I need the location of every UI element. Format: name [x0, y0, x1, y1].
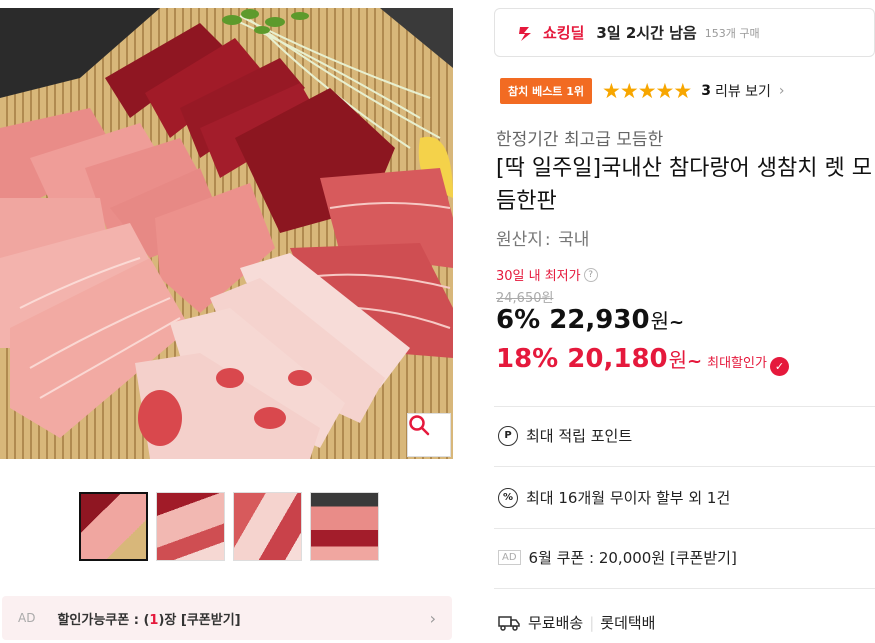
discount-rate: 6%	[496, 305, 541, 335]
thumbnail-1[interactable]	[79, 492, 148, 561]
points-row[interactable]: P 최대 적립 포인트	[498, 425, 632, 446]
thumbnail-4[interactable]	[310, 492, 379, 561]
price-value: 22,930	[549, 305, 650, 335]
max-discount-label: 최대할인가	[707, 356, 767, 371]
thumbnail-2[interactable]	[156, 492, 225, 561]
shocking-deal-bar[interactable]: 쇼킹딜 3일 2시간 남음 153개 구매	[494, 8, 875, 57]
divider	[494, 466, 875, 467]
divider: |	[589, 613, 595, 632]
question-icon[interactable]: ?	[583, 267, 598, 282]
shipping-row: 무료배송 | 롯데택배	[498, 612, 655, 633]
chevron-right-icon: ›	[778, 83, 785, 99]
divider	[494, 588, 875, 589]
review-link[interactable]: 리뷰 보기	[715, 81, 771, 101]
review-count[interactable]: 3	[701, 83, 711, 99]
ad-tag: AD	[498, 550, 521, 565]
percent-icon: %	[498, 487, 518, 508]
installment-row[interactable]: % 최대 16개월 무이자 할부 외 1건	[498, 487, 730, 508]
thumbnail-strip	[79, 492, 379, 561]
divider	[494, 528, 875, 529]
deal-time-left: 3일 2시간 남음	[596, 24, 697, 42]
search-icon	[409, 415, 430, 436]
lowest-price-label: 30일 내 최저가 ?	[496, 265, 598, 284]
purchase-count: 153개 구매	[704, 26, 760, 40]
chevron-down-icon[interactable]: ✓	[769, 357, 789, 376]
lightning-icon	[519, 26, 531, 41]
rating-row: 참치 베스트 1위 ★★★★★ 3 리뷰 보기 ›	[500, 78, 785, 104]
coupon-label[interactable]: 6월 쿠폰 : 20,000원 [쿠폰받기]	[529, 547, 737, 568]
chevron-right-icon: ›	[429, 608, 436, 628]
product-title: [딱 일주일]국내산 참다랑어 생참치 렛 모듬한판	[496, 156, 872, 214]
original-price: 24,650원	[496, 291, 554, 306]
best-badge: 참치 베스트 1위	[500, 78, 593, 104]
points-label: 최대 적립 포인트	[526, 427, 633, 445]
divider	[494, 406, 875, 407]
sale-price: 6% 22,930 원 ~	[496, 305, 685, 335]
max-price-value: 20,180	[567, 344, 668, 374]
deal-label: 쇼킹딜	[543, 24, 585, 42]
truck-icon	[498, 615, 520, 631]
zoom-button[interactable]	[407, 413, 451, 457]
product-subtitle: 한정기간 최고급 모듬한	[496, 130, 664, 150]
coupon-row[interactable]: AD 6월 쿠폰 : 20,000원 [쿠폰받기]	[498, 547, 737, 568]
origin-value: 국내	[558, 230, 590, 250]
max-discount-rate: 18%	[496, 344, 559, 374]
coupon-text: 할인가능쿠폰 : (1)장 [쿠폰받기]	[57, 612, 241, 628]
max-discount-price: 18% 20,180 원 ~ 최대할인가 ✓	[496, 344, 789, 376]
origin: 원산지: 국내	[496, 230, 590, 250]
installment-label: 최대 16개월 무이자 할부 외 1건	[526, 489, 731, 507]
main-product-image[interactable]	[0, 8, 453, 459]
coupon-bar[interactable]: AD 할인가능쿠폰 : (1)장 [쿠폰받기] ›	[2, 596, 452, 640]
shipping-label: 무료배송	[528, 614, 584, 632]
origin-label: 원산지	[496, 230, 543, 250]
thumbnail-3[interactable]	[233, 492, 302, 561]
carrier-label: 롯데택배	[600, 614, 656, 632]
star-rating: ★★★★★	[602, 79, 692, 103]
ad-label: AD	[18, 611, 36, 625]
point-icon: P	[498, 425, 518, 446]
tuna-platter-illustration	[0, 8, 453, 459]
